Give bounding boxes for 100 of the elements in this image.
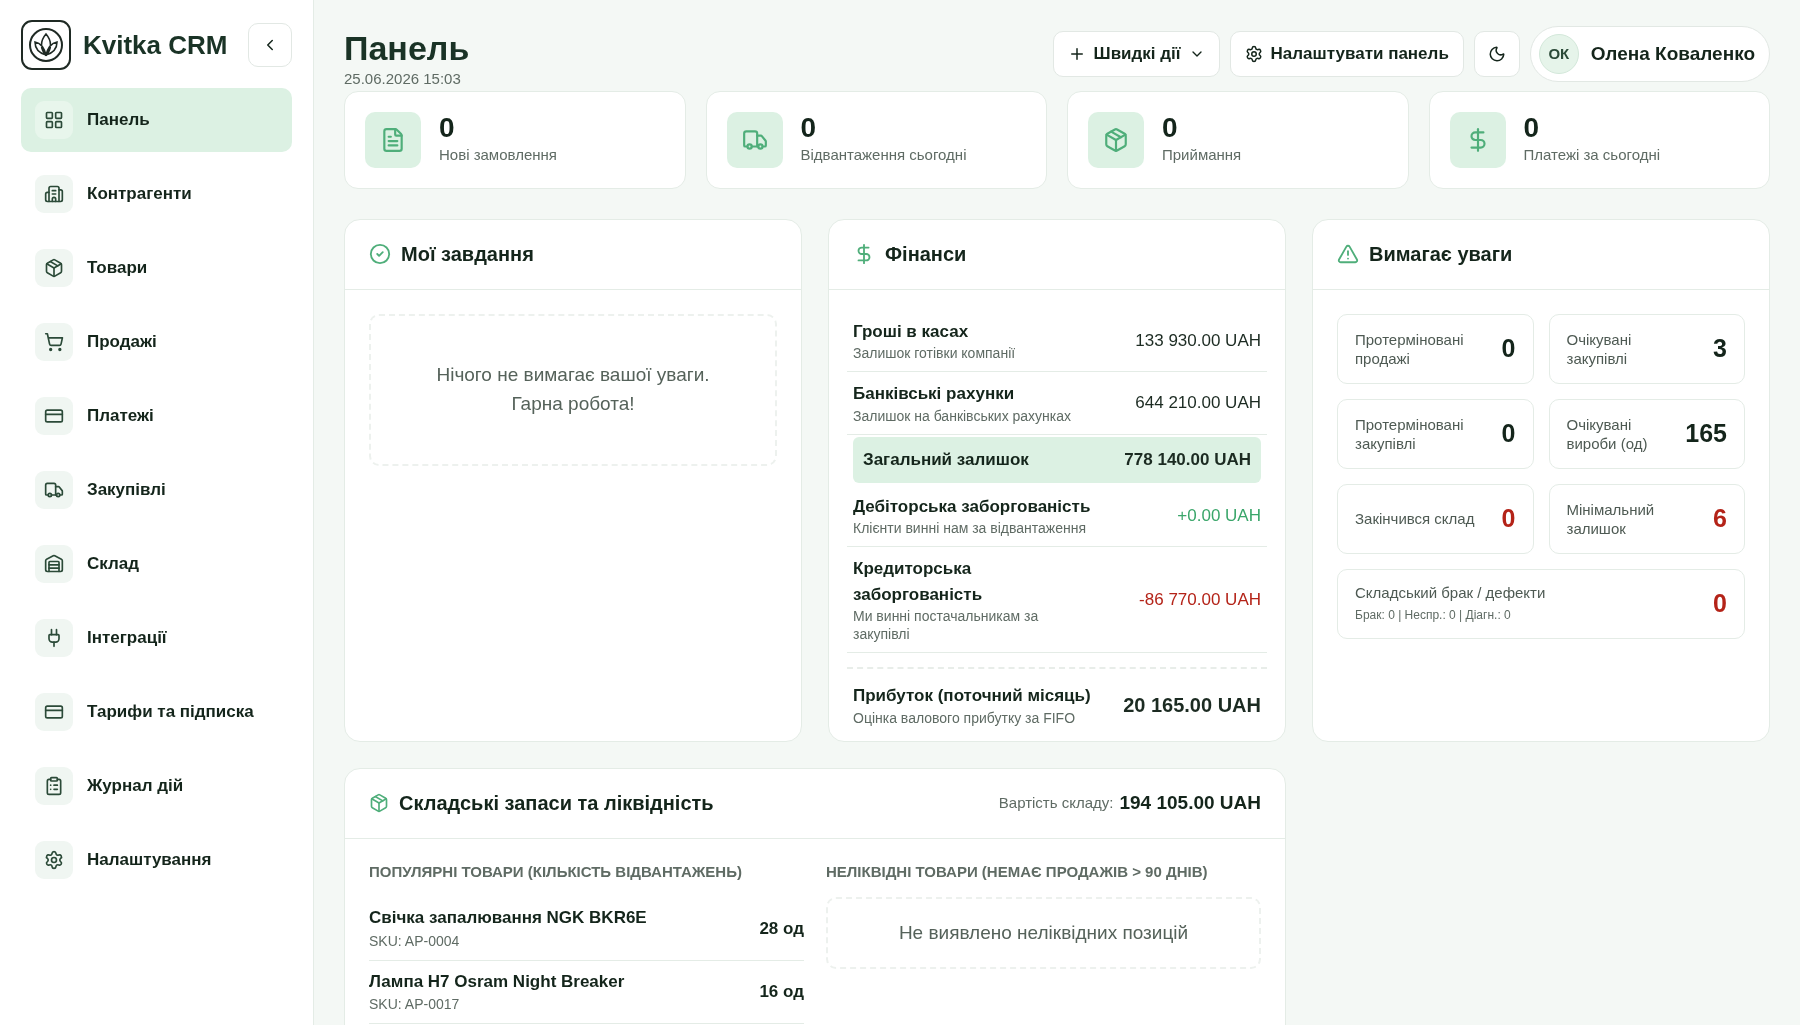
- warning-icon: [1337, 243, 1359, 265]
- tile-label: Очікувані закупівлі: [1566, 329, 1633, 368]
- date-time: 25.06.2026 15:03: [344, 69, 462, 89]
- finance-value: 20 165.00 UAH: [1123, 692, 1261, 718]
- quick-actions-button[interactable]: Швидкі дії: [1052, 31, 1220, 77]
- empty-message: Нічого не вимагає вашої уваги.: [436, 363, 710, 387]
- stat-value: 0: [1523, 112, 1541, 145]
- nav-label: Склад: [87, 553, 140, 576]
- product-sku: SKU: AP-0004: [369, 931, 461, 951]
- logo-icon: [21, 20, 71, 70]
- tile-value: 165: [1685, 417, 1727, 449]
- product-name: Свічка запалювання NGK BKR6E: [369, 907, 647, 929]
- nav-item[interactable]: Закупівлі: [21, 458, 292, 522]
- user-avatar: ОК: [1538, 34, 1579, 74]
- box-icon: [1103, 126, 1129, 153]
- warehouse-icon: [44, 554, 64, 574]
- nav-label: Тарифи та підписка: [87, 701, 254, 724]
- finance-label: Банківські рахунки: [853, 383, 1016, 405]
- stock-value: 194 105.00 UAH: [1119, 790, 1261, 815]
- tile-value: 0: [1713, 587, 1727, 619]
- panel-title: Мої завдання: [401, 242, 534, 267]
- card-icon: [44, 406, 64, 426]
- finance-description: Оцінка валового прибутку за FIFO: [853, 708, 1077, 727]
- finance-value: 133 930.00 UAH: [1135, 329, 1261, 352]
- stat-label: Нові замовлення: [439, 145, 557, 166]
- tile-value: 0: [1501, 502, 1516, 534]
- stat-label: Платежі за сьогодні: [1523, 145, 1661, 166]
- stat-label: Приймання: [1162, 145, 1242, 166]
- finance-description: Клієнти винні нам за відвантаження: [853, 519, 1088, 537]
- stat-value: 0: [439, 112, 456, 145]
- nav-label: Продажі: [87, 331, 157, 354]
- moon-icon: [1487, 45, 1506, 63]
- nav-item[interactable]: Журнал дій: [21, 754, 292, 818]
- settings-icon: [44, 850, 64, 870]
- truck-icon: [44, 480, 64, 500]
- nav-item[interactable]: Платежі: [21, 384, 292, 448]
- stat-value: 0: [1162, 112, 1179, 145]
- stat-value: 0: [800, 112, 818, 145]
- nav-item[interactable]: Тарифи та підписка: [21, 680, 292, 744]
- document-icon: [380, 126, 406, 153]
- empty-message: Не виявлено неліквідних позицій: [898, 920, 1189, 945]
- nav-label: Товари: [87, 257, 148, 280]
- box-icon: [369, 793, 389, 813]
- product-quantity: 28 од: [759, 917, 804, 940]
- user-name: Олена Коваленко: [1590, 41, 1755, 66]
- nav-label: Контрагенти: [87, 183, 192, 206]
- box-icon: [44, 258, 64, 278]
- tile-label: Мінімальний залишок: [1566, 499, 1656, 538]
- tile-description: Брак: 0 | Неспр.: 0 | Діагн.: 0: [1355, 607, 1512, 624]
- card-icon: [44, 702, 64, 722]
- finance-label: Дебіторська заборгованість: [853, 495, 1091, 518]
- brand-name: Kvitka CRM: [83, 28, 228, 62]
- product-name: Лампа H7 Osram Night Breaker: [369, 970, 625, 993]
- clipboard-icon: [44, 776, 64, 796]
- nav-label: Закупівлі: [87, 479, 166, 502]
- panel-title: Вимагає уваги: [1369, 242, 1513, 267]
- finance-description: Залишок на банківських рахунках: [853, 406, 1072, 425]
- product-quantity: 16 од: [759, 981, 804, 1003]
- finance-description: Залишок готівки компанії: [853, 344, 1016, 362]
- tile-label: Протерміновані продажі: [1355, 329, 1465, 368]
- finance-label: Загальний залишок: [863, 448, 1029, 471]
- tile-label: Складський брак / дефекти: [1355, 583, 1546, 602]
- finance-value: 644 210.00 UAH: [1135, 392, 1261, 414]
- tile-value: 6: [1713, 502, 1727, 534]
- nav-label: Інтеграції: [87, 627, 167, 650]
- finance-value: -86 770.00 UAH: [1139, 588, 1261, 611]
- finance-label: Прибуток (поточний місяць): [853, 685, 1091, 707]
- nav-item[interactable]: Панель: [21, 88, 292, 152]
- column-heading: ПОПУЛЯРНІ ТОВАРИ (КІЛЬКІСТЬ ВІДВАНТАЖЕНЬ): [369, 861, 743, 882]
- grid-icon: [44, 110, 64, 130]
- nav-item[interactable]: Контрагенти: [21, 162, 292, 226]
- theme-toggle-button[interactable]: [1473, 31, 1520, 77]
- stock-value-label: Вартість складу:: [998, 792, 1114, 813]
- tile-label: Очікувані вироби (од): [1566, 414, 1649, 453]
- page-title: Панель: [344, 28, 470, 68]
- finance-description: Ми винні постачальникам за закупівлі: [853, 607, 1040, 643]
- panel-title: Фінанси: [885, 242, 967, 267]
- customize-button[interactable]: Налаштувати панель: [1229, 31, 1464, 77]
- user-menu[interactable]: ОК Олена Коваленко: [1529, 26, 1770, 82]
- panel-title: Складські запаси та ліквідність: [399, 791, 714, 816]
- tile-value: 3: [1713, 332, 1727, 364]
- check-circle-icon: [369, 243, 391, 265]
- tile-label: Протерміновані закупівлі: [1355, 414, 1465, 453]
- cart-icon: [44, 332, 64, 352]
- tile-label: Закінчився склад: [1355, 509, 1475, 528]
- building-icon: [44, 184, 64, 204]
- nav-item[interactable]: Товари: [21, 236, 292, 300]
- nav-label: Панель: [87, 109, 150, 132]
- nav-item[interactable]: Налаштування: [21, 828, 292, 892]
- nav-label: Налаштування: [87, 849, 212, 872]
- product-sku: SKU: AP-0017: [369, 995, 461, 1014]
- nav-item[interactable]: Продажі: [21, 310, 292, 374]
- tile-value: 0: [1501, 332, 1516, 364]
- finance-label: Гроші в касах: [853, 320, 970, 343]
- finance-label: Кредиторська заборгованість: [853, 558, 984, 606]
- settings-icon: [1244, 45, 1263, 63]
- empty-message: Гарна робота!: [511, 391, 635, 416]
- nav-item[interactable]: Інтеграції: [21, 606, 292, 670]
- nav-item[interactable]: Склад: [21, 532, 292, 596]
- finance-value: +0.00 UAH: [1177, 504, 1261, 527]
